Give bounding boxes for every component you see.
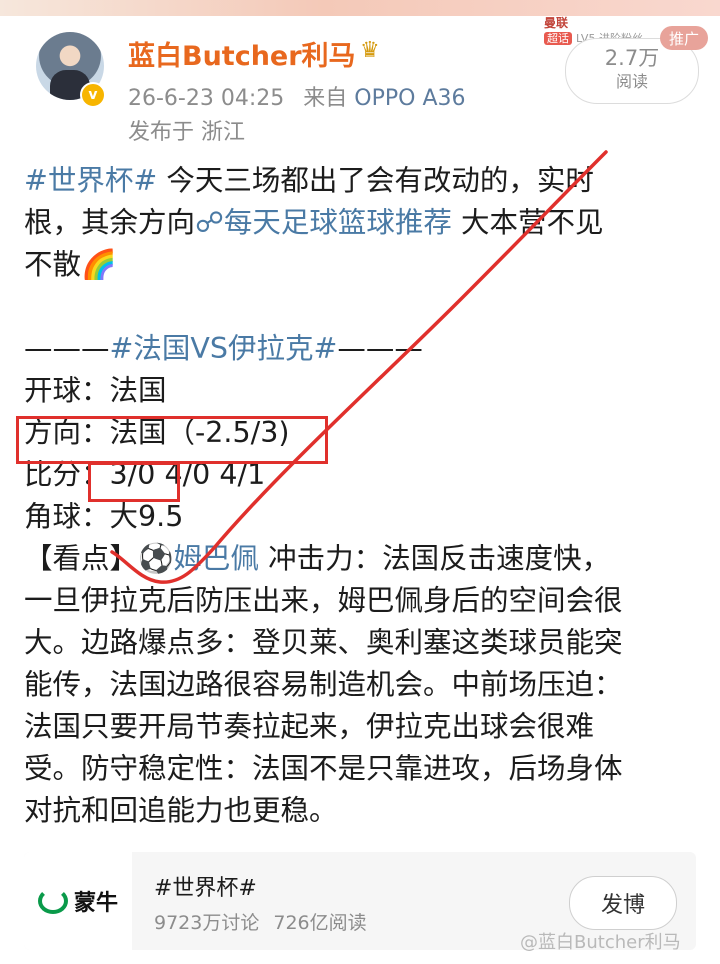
sponsor-logo: 蒙牛: [24, 852, 132, 950]
red-check-annotation: [110, 150, 608, 584]
sponsor-name: 蒙牛: [73, 891, 118, 916]
topic-reads: 726亿阅读: [273, 912, 367, 934]
watermark: @蓝白Butcher利马: [520, 932, 681, 953]
topic-stats: 9723万讨论 726亿阅读: [154, 908, 381, 935]
topic-discussions: 9723万讨论: [154, 912, 260, 934]
sponsor-mark-icon: [37, 888, 68, 914]
topic-title[interactable]: #世界杯#: [154, 870, 257, 902]
post-button[interactable]: 发博: [569, 876, 677, 930]
